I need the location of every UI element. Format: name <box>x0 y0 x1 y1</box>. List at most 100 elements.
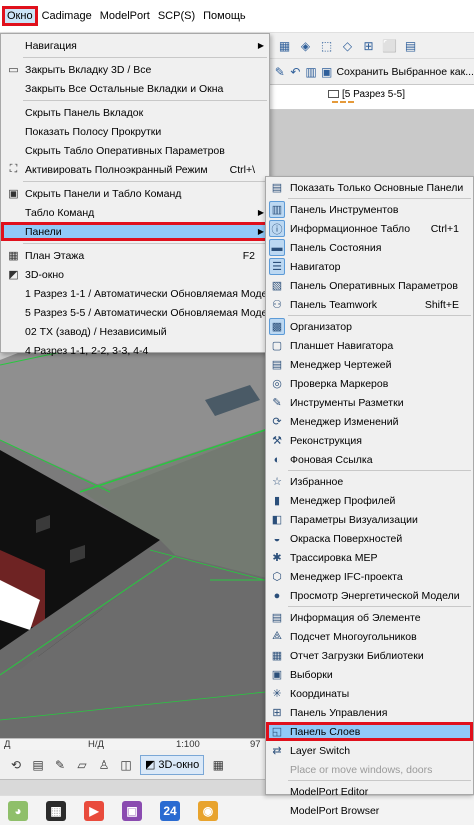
archicad-taskbar-icon[interactable]: 24 <box>160 800 180 821</box>
undo-icon[interactable]: ↶ <box>290 63 302 80</box>
window-menu-item-6[interactable]: ⛶ Активировать Полноэкранный Режим Ctrl+\ <box>1 160 269 179</box>
select-icon[interactable]: ◇ <box>339 37 356 54</box>
save-app-icon[interactable]: ▣ <box>122 800 142 821</box>
pencil-icon[interactable]: ✎ <box>274 63 286 80</box>
window-menu-item-14[interactable]: 02 ТХ (завод) / Независимый <box>1 322 269 341</box>
panels-item-19[interactable]: ✱ Трассировка MEP <box>266 548 473 567</box>
layers-panel-icon: ◱ <box>271 726 283 738</box>
submenu-item-label: Проверка Маркеров <box>290 377 389 390</box>
menu-separator <box>288 606 471 607</box>
menu-item-label: План Этажа <box>25 249 85 262</box>
panels-item-23[interactable]: ⟁ Подсчет Многоугольников <box>266 627 473 646</box>
panels-item-18[interactable]: ◒ Окраска Поверхностей <box>266 529 473 548</box>
panels-item-20[interactable]: ⬡ Менеджер IFC-проекта <box>266 567 473 586</box>
panels-item-5[interactable]: ▧ Панель Оперативных Параметров <box>266 276 473 295</box>
tab-section-5-5[interactable]: [5 Разрез 5-5] <box>328 89 405 100</box>
window-menu-item-2[interactable]: Закрыть Все Остальные Вкладки и Окна <box>1 79 269 98</box>
window-menu-item-15[interactable]: 4 Разрез 1-1, 2-2, 3-3, 4-4 <box>1 341 269 360</box>
layers-combo-icon[interactable]: ▤ <box>30 757 46 773</box>
submenu-item-label: ModelPort Browser <box>290 804 380 817</box>
panels-item-32[interactable]: ModelPort Browser <box>266 801 473 820</box>
submenu-item-label: Информационное Табло <box>290 222 411 235</box>
panels-item-17[interactable]: ◧ Параметры Визуализации <box>266 510 473 529</box>
panels-item-16[interactable]: ▮ Менеджер Профилей <box>266 491 473 510</box>
person-icon[interactable]: ♙ <box>96 757 112 773</box>
panels-item-25[interactable]: ▣ Выборки <box>266 665 473 684</box>
window-menu-item-5[interactable]: Скрыть Табло Оперативных Параметров <box>1 141 269 160</box>
window-menu-item-7[interactable]: ▣ Скрыть Панели и Табло Команд <box>1 184 269 203</box>
control-box-icon: ⊞ <box>272 707 282 719</box>
submenu-item-label: Трассировка MEP <box>290 551 378 564</box>
submenu-item-shortcut: Shift+E <box>424 298 459 311</box>
view-icon[interactable]: ◈ <box>297 37 314 54</box>
menu-modelport[interactable]: ModelPort <box>96 6 154 26</box>
menu-item-shortcut: F2 <box>242 249 255 262</box>
shading-icon[interactable]: ▦ <box>210 757 226 773</box>
panels-item-15[interactable]: ☆ Избранное <box>266 472 473 491</box>
cube-icon[interactable]: ⬚ <box>318 37 335 54</box>
panels-item-11[interactable]: ✎ Инструменты Разметки <box>266 393 473 412</box>
structure-icon[interactable]: ▱ <box>74 757 90 773</box>
panels-item-29[interactable]: ⇄ Layer Switch <box>266 741 473 760</box>
submenu-item-label: Панель Управления <box>290 706 388 719</box>
window-menu-item-12[interactable]: 1 Разрез 1-1 / Автоматически Обновляемая… <box>1 284 279 303</box>
media-app-icon[interactable]: ▶ <box>84 800 104 821</box>
pen-icon[interactable]: ✎ <box>52 757 68 773</box>
panels-item-26[interactable]: ✳ Координаты <box>266 684 473 703</box>
panels-item-22[interactable]: ▤ Информация об Элементе <box>266 608 473 627</box>
panels-item-12[interactable]: ⟳ Менеджер Изменений <box>266 412 473 431</box>
menu-help[interactable]: Помощь <box>199 6 250 26</box>
layer-icon[interactable]: ▤ <box>402 37 419 54</box>
window-menu-item-8[interactable]: Табло Команд ▶ <box>1 203 269 222</box>
panels-item-7[interactable]: ▩ Организатор <box>266 317 473 336</box>
panels-item-3[interactable]: ▬ Панель Состояния <box>266 238 473 257</box>
window-menu-item-0[interactable]: Навигация ▶ <box>1 36 269 55</box>
panels-item-10[interactable]: ◎ Проверка Маркеров <box>266 374 473 393</box>
panels-item-4[interactable]: ☰ Навигатор <box>266 257 473 276</box>
floor-plan-icon: ▦ <box>8 250 19 262</box>
panels-item-0[interactable]: ▤ Показать Только Основные Панели <box>266 178 473 197</box>
panels-item-24[interactable]: ▦ Отчет Загрузки Библиотеки <box>266 646 473 665</box>
panels-item-21[interactable]: ● Просмотр Энергетической Модели <box>266 586 473 605</box>
panels-item-9[interactable]: ▤ Менеджер Чертежей <box>266 355 473 374</box>
panels-item-27[interactable]: ⊞ Панель Управления <box>266 703 473 722</box>
grid-icon[interactable]: ▦ <box>276 37 293 54</box>
window-menu-item-11[interactable]: ◩ 3D-окно <box>1 265 269 284</box>
status-zoom[interactable]: 97 <box>250 739 261 750</box>
panels-item-6[interactable]: ⚇ Панель Teamwork Shift+E <box>266 295 473 314</box>
window-menu-item-1[interactable]: ▭ Закрыть Вкладку 3D / Все <box>1 60 269 79</box>
save-selection-button[interactable]: Сохранить Выбранное как... <box>336 66 474 78</box>
menu-window[interactable]: Окно <box>2 6 38 26</box>
3d-window-button[interactable]: ◩ 3D-окно <box>140 754 205 775</box>
browser-icon[interactable]: ◉ <box>198 800 218 821</box>
partial-icon[interactable]: ◫ <box>118 757 134 773</box>
window-menu-item-9[interactable]: Панели ▶ <box>1 222 269 241</box>
status-scale[interactable]: 1:100 <box>176 739 200 750</box>
scale-icon[interactable]: ⊞ <box>360 37 377 54</box>
panels-item-13[interactable]: ⚒ Реконструкция <box>266 431 473 450</box>
panels-submenu: ▤ Показать Только Основные Панели ▥ Панель … <box>265 176 474 817</box>
panels-item-14[interactable]: ◐ Фоновая Ссылка <box>266 450 473 469</box>
submenu-item-label: Фоновая Ссылка <box>290 453 373 466</box>
save-icon[interactable]: ▣ <box>321 63 333 80</box>
panels-item-28[interactable]: ◱ Панель Слоев <box>266 722 473 741</box>
panels-icon: ▣ <box>8 188 19 200</box>
panels-item-8[interactable]: ▢ Планшет Навигатора <box>266 336 473 355</box>
rotate-icon[interactable]: ⟲ <box>8 757 24 773</box>
change-manager-icon: ⟳ <box>272 416 282 428</box>
window-menu-item-13[interactable]: 5 Разрез 5-5 / Автоматически Обновляемая… <box>1 303 279 322</box>
menu-cadimage[interactable]: Cadimage <box>38 6 96 26</box>
frame-icon[interactable]: ⬜ <box>381 37 398 54</box>
panels-item-1[interactable]: ▥ Панель Инструментов <box>266 200 473 219</box>
window-menu-item-10[interactable]: ▦ План Этажа F2 <box>1 246 269 265</box>
tab-bar: [5 Разрез 5-5] <box>268 85 474 110</box>
window-menu-item-3[interactable]: Скрыть Панель Вкладок <box>1 103 269 122</box>
panels-item-31[interactable]: ModelPort Editor <box>266 782 473 801</box>
submenu-arrow-icon: ▶ <box>257 227 264 236</box>
paint-app-icon[interactable]: ◕ <box>8 800 28 821</box>
menu-scp[interactable]: SCP(S) <box>154 6 199 26</box>
layers-icon[interactable]: ▥ <box>305 63 317 80</box>
panels-item-2[interactable]: ⓘ Информационное Табло Ctrl+1 <box>266 219 473 238</box>
calculator-icon[interactable]: ▦ <box>46 800 66 821</box>
window-menu-item-4[interactable]: Показать Полосу Прокрутки <box>1 122 269 141</box>
